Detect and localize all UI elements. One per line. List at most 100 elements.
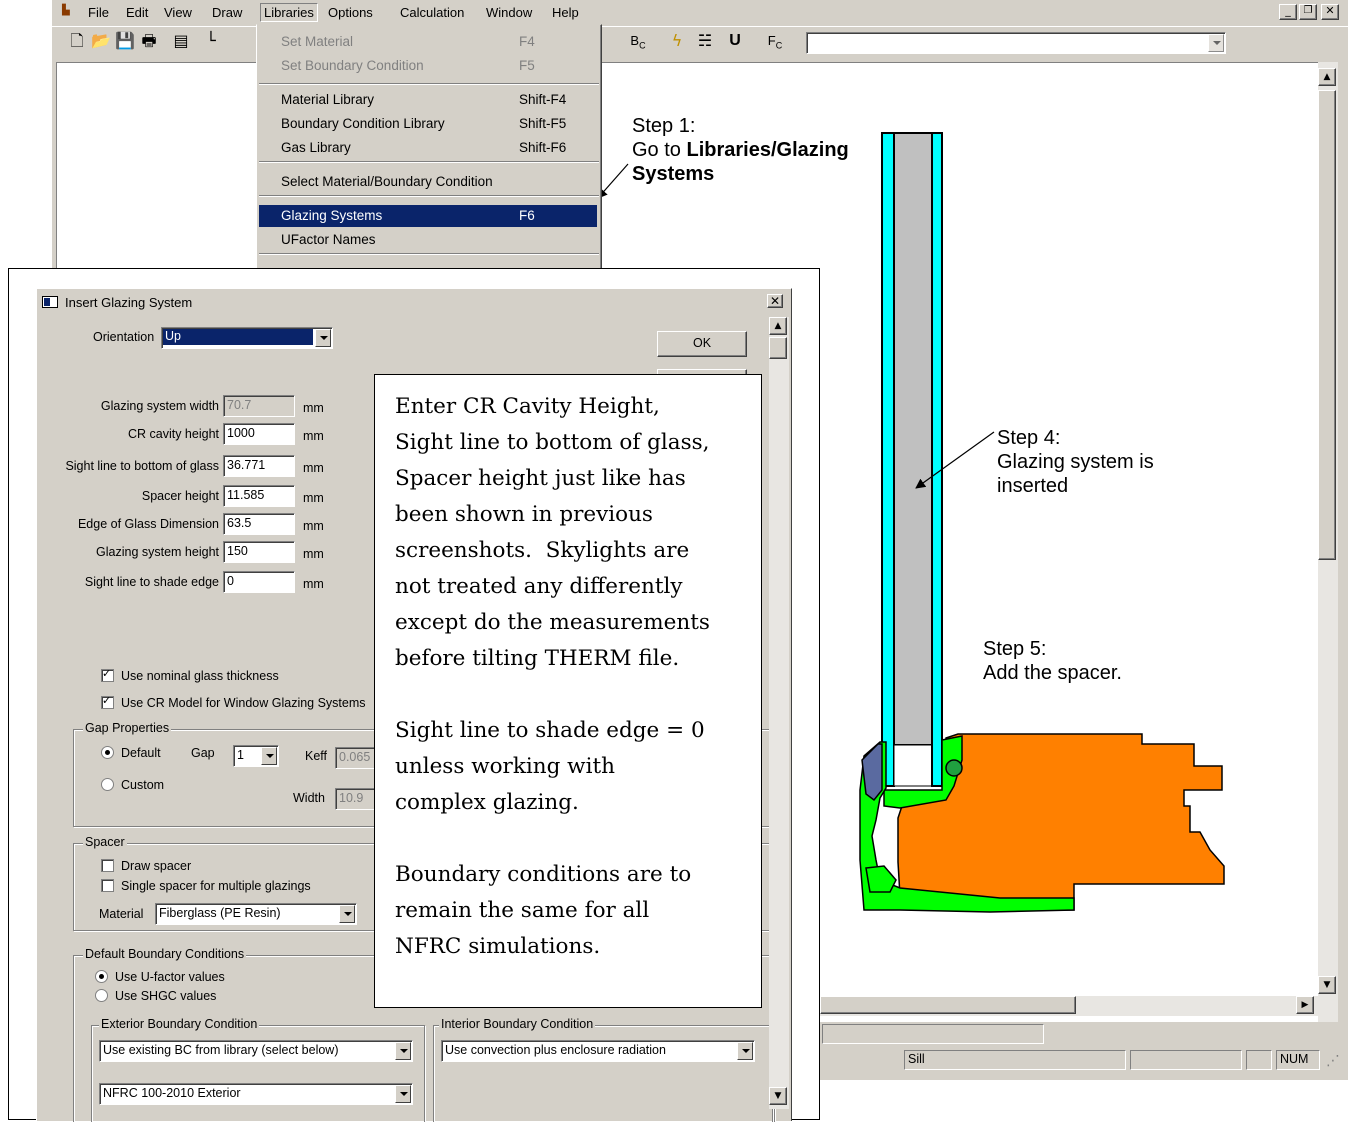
menu-item-shortcut: F6 [519, 208, 535, 223]
menu-item-label: Boundary Condition Library [281, 116, 445, 131]
field-label: Sight line to bottom of glass [65, 459, 219, 473]
field-glazing-system-height[interactable]: 150 [223, 541, 295, 563]
note-line: Sight line to shade edge = 0 [395, 718, 705, 743]
menu-item-ufactor-names[interactable]: UFactor Names [259, 229, 597, 251]
menu-separator [259, 253, 599, 255]
width-label: Width [293, 791, 325, 805]
note-paragraph-1: Enter CR Cavity Height, Sight line to bot… [395, 389, 761, 677]
draw-spacer-checkbox[interactable] [101, 859, 114, 872]
exterior-bc-value: Use existing BC from library (select bel… [103, 1043, 339, 1057]
note-line: Spacer height just like has [395, 466, 686, 491]
menu-item-label: Set Boundary Condition [281, 58, 424, 73]
menu-item-label: Material Library [281, 92, 375, 107]
use-ufactor-radio[interactable] [95, 970, 108, 983]
single-spacer-checkbox[interactable] [101, 879, 114, 892]
field-sight-line-to-bottom-of-glass[interactable]: 36.771 [223, 455, 295, 477]
field-cr-cavity-height[interactable]: 1000 [223, 423, 295, 445]
step1-arrow [597, 163, 629, 199]
gap-default-radio[interactable] [101, 746, 114, 759]
field-unit: mm [303, 401, 324, 415]
keff-label: Keff [305, 749, 328, 763]
menu-item-set-boundary-condition[interactable]: Set Boundary Condition F5 [259, 55, 597, 77]
libraries-menu: Set Material F4 Set Boundary Condition F5 Ma… [256, 24, 602, 275]
gap-width-field: 10.9 [335, 788, 377, 810]
dialog-scroll-down-icon[interactable]: ▼ [769, 1087, 787, 1105]
menu-item-label: Select Material/Boundary Condition [281, 174, 493, 189]
note-line: remain the same for all [395, 898, 650, 923]
field-sight-line-to-shade-edge[interactable]: 0 [223, 571, 295, 593]
interior-bc-select[interactable]: Use convection plus enclosure radiation [441, 1040, 755, 1062]
dialog-title: Insert Glazing System [65, 295, 193, 310]
field-edge-of-glass-dimension[interactable]: 63.5 [223, 513, 295, 535]
menu-item-boundary-condition-library[interactable]: Boundary Condition Library Shift-F5 [259, 113, 597, 135]
menu-item-material-library[interactable]: Material Library Shift-F4 [259, 89, 597, 111]
step5-label: Step 5: Add the spacer. [983, 638, 1122, 684]
field-unit: mm [303, 519, 324, 533]
dialog-vertical-scrollbar[interactable]: ▲ ▼ [769, 317, 789, 1109]
exterior-bc-library-select[interactable]: NFRC 100-2010 Exterior [99, 1083, 413, 1105]
field-label: Sight line to shade edge [84, 575, 219, 589]
note-line: screenshots. Skylights are [395, 538, 690, 563]
menu-item-set-material[interactable]: Set Material F4 [259, 31, 597, 53]
use-nominal-label: Use nominal glass thickness [121, 669, 279, 683]
interior-bc-value: Use convection plus enclosure radiation [445, 1043, 666, 1057]
menu-item-select-material-boundary-condition[interactable]: Select Material/Boundary Condition [259, 171, 597, 193]
keff-field: 0.065 [335, 747, 377, 769]
field-unit: mm [303, 547, 324, 561]
menu-item-shortcut: F5 [519, 58, 535, 73]
step4-arrow [915, 431, 995, 489]
dialog-scroll-up-icon[interactable]: ▲ [769, 317, 787, 335]
ok-button[interactable]: OK [657, 331, 747, 357]
chevron-down-icon[interactable] [339, 905, 355, 923]
chevron-down-icon[interactable] [737, 1042, 753, 1060]
field-unit: mm [303, 491, 324, 505]
orientation-select[interactable]: Up [161, 327, 333, 349]
exterior-bc-library-value: NFRC 100-2010 Exterior [103, 1086, 241, 1100]
dialog-scroll-thumb[interactable] [769, 337, 787, 359]
instruction-note: Enter CR Cavity Height, Sight line to bot… [374, 374, 762, 1008]
spacer-title: Spacer [83, 835, 127, 849]
field-unit: mm [303, 429, 324, 443]
exterior-bc-title: Exterior Boundary Condition [99, 1017, 260, 1031]
dialog-icon [42, 296, 58, 308]
boundary-conditions-title: Default Boundary Conditions [83, 947, 247, 961]
use-cr-label: Use CR Model for Window Glazing Systems [121, 696, 366, 710]
single-spacer-label: Single spacer for multiple glazings [121, 879, 311, 893]
note-line: except do the measurements [395, 610, 710, 635]
menu-item-label: Gas Library [281, 140, 351, 155]
field-glazing-system-width: 70.7 [223, 395, 295, 417]
gap-custom-radio[interactable] [101, 778, 114, 791]
use-cr-checkbox[interactable] [101, 694, 114, 709]
use-shgc-radio[interactable] [95, 989, 108, 1002]
gap-custom-label: Custom [121, 778, 165, 792]
use-ufactor-label: Use U-factor values [115, 970, 225, 984]
note-line: been shown in previous [395, 502, 653, 527]
ok-label: OK [692, 336, 712, 350]
menu-separator [259, 161, 599, 163]
gap-properties-title: Gap Properties [83, 721, 172, 735]
gap-default-label: Default [121, 746, 161, 760]
chevron-down-icon[interactable] [315, 329, 331, 347]
step1-label: Step 1: Go to Libraries/Glazing Systems [632, 115, 849, 185]
note-paragraph-3: Boundary conditions are to remain the sam… [395, 857, 761, 965]
field-spacer-height[interactable]: 11.585 [223, 485, 295, 507]
menu-item-label: UFactor Names [281, 232, 376, 247]
note-line: complex glazing. [395, 790, 579, 815]
note-paragraph-2: Sight line to shade edge = 0 unless worki… [395, 713, 761, 821]
menu-item-label: Set Material [281, 34, 354, 49]
exterior-bc-select[interactable]: Use existing BC from library (select bel… [99, 1040, 413, 1062]
gap-select[interactable]: 1 [233, 745, 279, 767]
note-line: Enter CR Cavity Height, [395, 394, 660, 419]
spacer-material-select[interactable]: Fiberglass (PE Resin) [155, 903, 357, 925]
draw-spacer-label: Draw spacer [121, 859, 192, 873]
orientation-value: Up [163, 329, 313, 345]
use-nominal-checkbox[interactable] [101, 667, 114, 682]
dialog-close-button[interactable]: ✕ [767, 294, 783, 308]
chevron-down-icon[interactable] [395, 1085, 411, 1103]
menu-item-glazing-systems[interactable]: Glazing Systems F6 [259, 205, 597, 227]
menu-item-gas-library[interactable]: Gas Library Shift-F6 [259, 137, 597, 159]
chevron-down-icon[interactable] [395, 1042, 411, 1060]
chevron-down-icon[interactable] [261, 747, 277, 765]
menu-item-label: Glazing Systems [281, 208, 383, 223]
menu-separator [259, 83, 599, 85]
